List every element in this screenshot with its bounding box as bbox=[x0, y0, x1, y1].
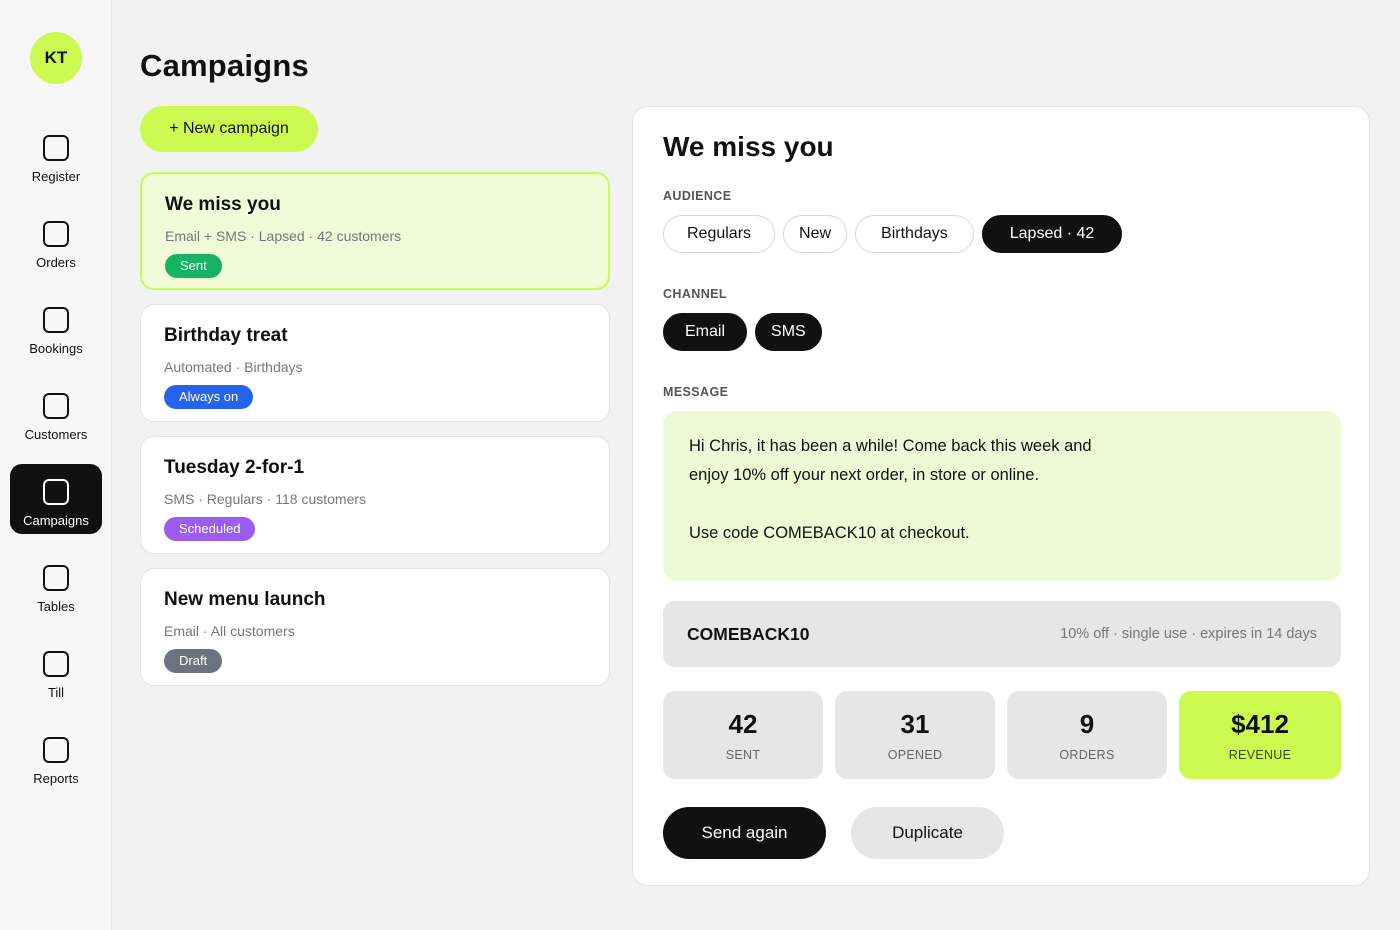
till-icon bbox=[43, 651, 69, 677]
campaign-name: Birthday treat bbox=[164, 325, 288, 346]
discount-code-bar: COMEBACK10 10% off · single use · expire… bbox=[663, 601, 1341, 667]
status-badge: Sent bbox=[165, 254, 222, 278]
campaign-meta: SMS · Regulars · 118 customers bbox=[164, 491, 367, 507]
sidebar-item-orders[interactable]: Orders bbox=[10, 206, 102, 276]
status-badge: Draft bbox=[164, 649, 223, 673]
audience-chip-lapsed[interactable]: Lapsed · 42 bbox=[981, 215, 1123, 253]
campaign-card-new-menu-launch[interactable]: New menu launch Email · All customers Dr… bbox=[140, 568, 610, 686]
send-again-button[interactable]: Send again bbox=[663, 807, 826, 859]
stat-label: ORDERS bbox=[1059, 747, 1115, 762]
message-label: MESSAGE bbox=[663, 385, 729, 399]
status-badge: Always on bbox=[164, 385, 254, 409]
message-text: Hi Chris, it has been a while! Come back… bbox=[689, 437, 1092, 542]
sidebar-item-label: Till bbox=[47, 685, 65, 700]
audience-chip-new[interactable]: New bbox=[783, 215, 848, 253]
sidebar-item-register[interactable]: Register bbox=[10, 120, 102, 190]
sidebar-item-customers[interactable]: Customers bbox=[10, 378, 102, 448]
campaign-detail-title: We miss you bbox=[663, 131, 834, 162]
campaigns-icon bbox=[43, 479, 69, 505]
campaign-card-tuesday-2-for-1[interactable]: Tuesday 2-for-1 SMS · Regulars · 118 cus… bbox=[140, 436, 610, 554]
campaign-meta: Email · All customers bbox=[164, 623, 295, 639]
reports-icon bbox=[43, 737, 69, 763]
sidebar-item-label: Customers bbox=[24, 427, 88, 442]
campaign-detail-panel: We miss you AUDIENCE Regulars New Birthd… bbox=[632, 106, 1370, 886]
stat-revenue: $412 REVENUE bbox=[1179, 691, 1341, 779]
sidebar-item-campaigns[interactable]: Campaigns bbox=[10, 464, 102, 534]
sidebar-item-till[interactable]: Till bbox=[10, 636, 102, 706]
stat-opened: 31 OPENED bbox=[835, 691, 995, 779]
sidebar-item-label: Register bbox=[31, 169, 81, 184]
sidebar-item-label: Orders bbox=[36, 255, 76, 270]
stat-value: 9 bbox=[1079, 708, 1095, 739]
campaign-card-birthday-treat[interactable]: Birthday treat Automated · Birthdays Alw… bbox=[140, 304, 610, 422]
stat-label: REVENUE bbox=[1228, 747, 1292, 762]
stat-label: SENT bbox=[725, 747, 761, 762]
sidebar: KT Register Orders Bookings Customers Ca… bbox=[0, 0, 112, 930]
campaign-meta: Email + SMS · Lapsed · 42 customers bbox=[165, 228, 402, 244]
channel-label: CHANNEL bbox=[663, 287, 727, 301]
stat-value: 42 bbox=[728, 708, 758, 739]
audience-chip-regulars[interactable]: Regulars bbox=[663, 215, 776, 253]
stat-value: $412 bbox=[1231, 708, 1289, 739]
stat-sent: 42 SENT bbox=[663, 691, 823, 779]
campaign-name: New menu launch bbox=[164, 589, 326, 610]
message-editor[interactable]: Hi Chris, it has been a while! Come back… bbox=[663, 411, 1341, 581]
bookings-icon bbox=[43, 307, 69, 333]
duplicate-button[interactable]: Duplicate bbox=[851, 807, 1004, 859]
stat-label: OPENED bbox=[887, 747, 943, 762]
customers-icon bbox=[43, 393, 69, 419]
new-campaign-button[interactable]: + New campaign bbox=[140, 106, 318, 152]
avatar[interactable]: KT bbox=[30, 32, 82, 84]
status-badge: Scheduled bbox=[164, 517, 256, 541]
channel-chips: Email SMS bbox=[663, 313, 822, 351]
sidebar-item-bookings[interactable]: Bookings bbox=[10, 292, 102, 362]
sidebar-item-label: Tables bbox=[37, 599, 75, 614]
audience-chips: Regulars New Birthdays Lapsed · 42 bbox=[663, 215, 1123, 253]
sidebar-item-tables[interactable]: Tables bbox=[10, 550, 102, 620]
campaign-name: We miss you bbox=[165, 194, 281, 215]
audience-chip-birthdays[interactable]: Birthdays bbox=[855, 215, 974, 253]
discount-code: COMEBACK10 bbox=[687, 623, 810, 644]
stat-orders: 9 ORDERS bbox=[1007, 691, 1167, 779]
stat-value: 31 bbox=[900, 708, 930, 739]
sidebar-item-label: Campaigns bbox=[23, 513, 89, 528]
campaign-name: Tuesday 2-for-1 bbox=[164, 457, 305, 478]
orders-icon bbox=[43, 221, 69, 247]
tables-icon bbox=[43, 565, 69, 591]
channel-chip-email[interactable]: Email bbox=[663, 313, 748, 351]
discount-code-description: 10% off · single use · expires in 14 day… bbox=[1060, 626, 1317, 642]
channel-chip-sms[interactable]: SMS bbox=[755, 313, 822, 351]
sidebar-item-label: Bookings bbox=[29, 341, 83, 356]
register-icon bbox=[43, 135, 69, 161]
sidebar-item-reports[interactable]: Reports bbox=[10, 722, 102, 792]
page-title: Campaigns bbox=[140, 48, 309, 83]
campaign-card-we-miss-you[interactable]: We miss you Email + SMS · Lapsed · 42 cu… bbox=[140, 172, 610, 290]
campaign-meta: Automated · Birthdays bbox=[164, 359, 303, 375]
sidebar-item-label: Reports bbox=[33, 771, 79, 786]
audience-label: AUDIENCE bbox=[663, 189, 732, 203]
